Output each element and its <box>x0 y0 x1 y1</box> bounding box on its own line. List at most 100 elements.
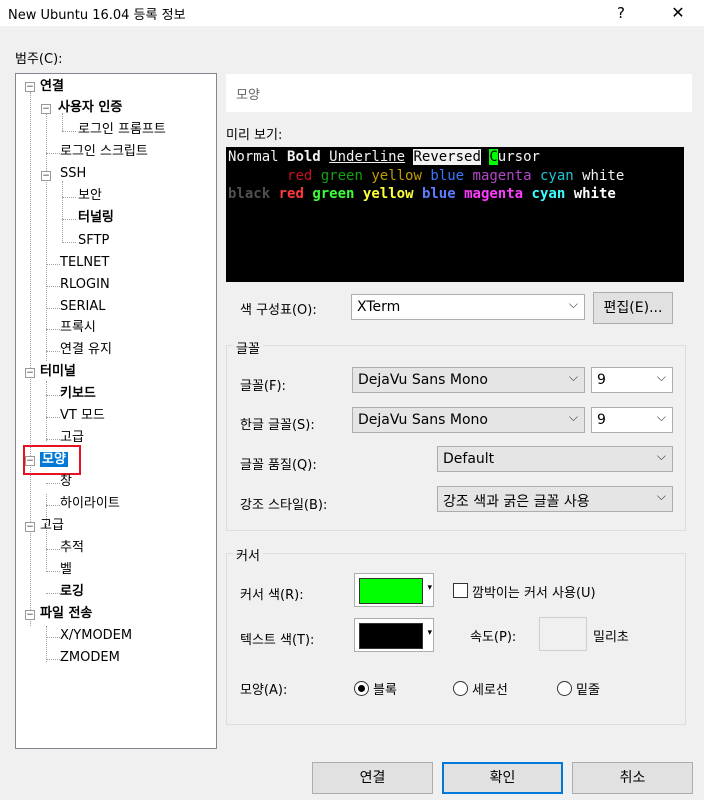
preview-cursor: C <box>489 149 498 165</box>
tree-item-keepalive[interactable]: 연결 유지 <box>60 341 112 359</box>
tree-item-proxy[interactable]: 프록시 <box>60 319 96 337</box>
speed-input[interactable] <box>539 617 587 651</box>
category-label: 범주(C): <box>15 52 63 67</box>
font-label: 글꼴(F): <box>240 379 286 394</box>
tree-item-xymodem[interactable]: X/YMODEM <box>60 627 132 645</box>
tree-item-trace[interactable]: 추적 <box>60 539 84 557</box>
korean-font-size-select[interactable]: 9 ⌵ <box>591 407 673 433</box>
quality-value: Default <box>443 451 495 467</box>
tree-item-terminal[interactable]: 터미널 <box>40 363 76 381</box>
section-header-box <box>226 74 692 112</box>
tree-item-sftp[interactable]: SFTP <box>78 232 109 250</box>
emphasis-value: 강조 색과 굵은 글꼴 사용 <box>443 494 590 510</box>
tree-item-login-prompt[interactable]: 로그인 프롬프트 <box>78 121 166 139</box>
blink-cursor-label: 깜박이는 커서 사용(U) <box>472 586 596 601</box>
korean-font-label: 한글 글꼴(S): <box>240 418 315 433</box>
emphasis-select[interactable]: 강조 색과 굵은 글꼴 사용 ⌵ <box>437 486 673 512</box>
text-color-swatch <box>359 623 423 649</box>
tree-item-tunneling[interactable]: 터널링 <box>78 209 114 227</box>
preview-reversed: Reversed <box>413 149 481 165</box>
tree-item-bell[interactable]: 벨 <box>60 561 72 579</box>
font-select[interactable]: DejaVu Sans Mono ⌵ <box>352 367 585 393</box>
tree-item-security[interactable]: 보안 <box>78 187 102 205</box>
color-scheme-label: 색 구성표(O): <box>240 303 317 318</box>
korean-font-select[interactable]: DejaVu Sans Mono ⌵ <box>352 407 585 433</box>
quality-select[interactable]: Default ⌵ <box>437 446 673 472</box>
shape-label: 모양(A): <box>240 683 288 698</box>
preview-bold-magenta: magenta <box>464 186 524 202</box>
close-icon: ✕ <box>671 3 685 22</box>
speed-label: 속도(P): <box>470 630 517 645</box>
chevron-down-icon: ⌵ <box>568 410 578 424</box>
collapse-icon[interactable]: − <box>25 82 35 92</box>
help-button[interactable]: ? <box>598 0 644 26</box>
preview-normal: Normal <box>228 149 279 165</box>
shape-vertical-radio[interactable] <box>453 681 468 696</box>
font-size-value: 9 <box>597 372 606 388</box>
preview-white: white <box>582 168 625 184</box>
ok-button[interactable]: 확인 <box>442 762 563 794</box>
korean-font-size-value: 9 <box>597 412 606 428</box>
category-tree[interactable]: − 연결 − 사용자 인증 로그인 프롬프트 로그인 스크립트 − SSH 보안… <box>15 73 217 749</box>
tree-item-user-auth[interactable]: 사용자 인증 <box>58 99 122 117</box>
connect-button[interactable]: 연결 <box>312 762 433 794</box>
color-scheme-value: XTerm <box>357 299 401 315</box>
tree-item-window[interactable]: 창 <box>60 473 72 491</box>
dropdown-arrow-icon: ▾ <box>427 628 432 638</box>
text-color-picker[interactable]: ▾ <box>354 618 434 652</box>
tree-item-connection[interactable]: 연결 <box>40 78 64 96</box>
terminal-preview: Normal Bold Underline Reversed Cursor re… <box>226 147 684 282</box>
cursor-color-label: 커서 색(R): <box>240 588 304 603</box>
tree-item-advanced[interactable]: 고급 <box>40 517 64 535</box>
preview-yellow: yellow <box>371 168 422 184</box>
text-color-label: 텍스트 색(T): <box>240 633 315 648</box>
preview-bold-white: white <box>573 186 616 202</box>
shape-block-radio[interactable] <box>354 681 369 696</box>
preview-label: 미리 보기: <box>226 128 283 143</box>
font-value: DejaVu Sans Mono <box>358 372 488 388</box>
tree-item-vt-mode[interactable]: VT 모드 <box>60 407 105 425</box>
collapse-icon[interactable]: − <box>25 368 35 378</box>
tree-item-logging[interactable]: 로깅 <box>60 583 84 601</box>
tree-item-keyboard[interactable]: 키보드 <box>60 385 96 403</box>
cancel-button[interactable]: 취소 <box>572 762 693 794</box>
chevron-down-icon: ⌵ <box>656 489 666 503</box>
section-header: 모양 <box>236 88 260 103</box>
collapse-icon[interactable]: − <box>41 171 51 181</box>
tree-item-telnet[interactable]: TELNET <box>60 254 109 272</box>
font-size-select[interactable]: 9 ⌵ <box>591 367 673 393</box>
speed-unit: 밀리초 <box>593 630 629 645</box>
preview-bold-cyan: cyan <box>531 186 566 202</box>
collapse-icon[interactable]: − <box>25 522 35 532</box>
close-button[interactable]: ✕ <box>655 0 701 26</box>
korean-font-value: DejaVu Sans Mono <box>358 412 488 428</box>
cursor-color-picker[interactable]: ▾ <box>354 573 434 607</box>
tree-item-login-script[interactable]: 로그인 스크립트 <box>60 143 148 161</box>
preview-magenta: magenta <box>472 168 532 184</box>
edit-scheme-button[interactable]: 편집(E)... <box>593 292 673 324</box>
preview-underline: Underline <box>329 149 406 165</box>
chevron-down-icon: ⌵ <box>568 297 578 311</box>
shape-underline-radio[interactable] <box>557 681 572 696</box>
tree-item-file-transfer[interactable]: 파일 전송 <box>40 605 92 623</box>
shape-underline-label: 밑줄 <box>576 683 600 698</box>
tree-item-zmodem[interactable]: ZMODEM <box>60 649 120 667</box>
preview-bold-blue: blue <box>421 186 456 202</box>
preview-bold-red: red <box>278 186 304 202</box>
font-group-title: 글꼴 <box>233 338 263 357</box>
shape-block-label: 블록 <box>373 683 397 698</box>
collapse-icon[interactable]: − <box>25 610 35 620</box>
shape-vertical-label: 세로선 <box>472 683 508 698</box>
collapse-icon[interactable]: − <box>41 104 51 114</box>
cursor-group-title: 커서 <box>233 545 263 564</box>
highlight-box <box>23 445 81 475</box>
tree-item-rlogin[interactable]: RLOGIN <box>60 276 110 294</box>
blink-cursor-checkbox[interactable] <box>453 583 468 598</box>
chevron-down-icon: ⌵ <box>656 370 666 384</box>
cursor-color-swatch <box>359 578 423 604</box>
tree-item-highlight[interactable]: 하이라이트 <box>60 495 120 513</box>
tree-item-serial[interactable]: SERIAL <box>60 298 105 316</box>
tree-item-ssh[interactable]: SSH <box>60 165 86 183</box>
color-scheme-select[interactable]: XTerm ⌵ <box>351 294 585 320</box>
chevron-down-icon: ⌵ <box>568 370 578 384</box>
